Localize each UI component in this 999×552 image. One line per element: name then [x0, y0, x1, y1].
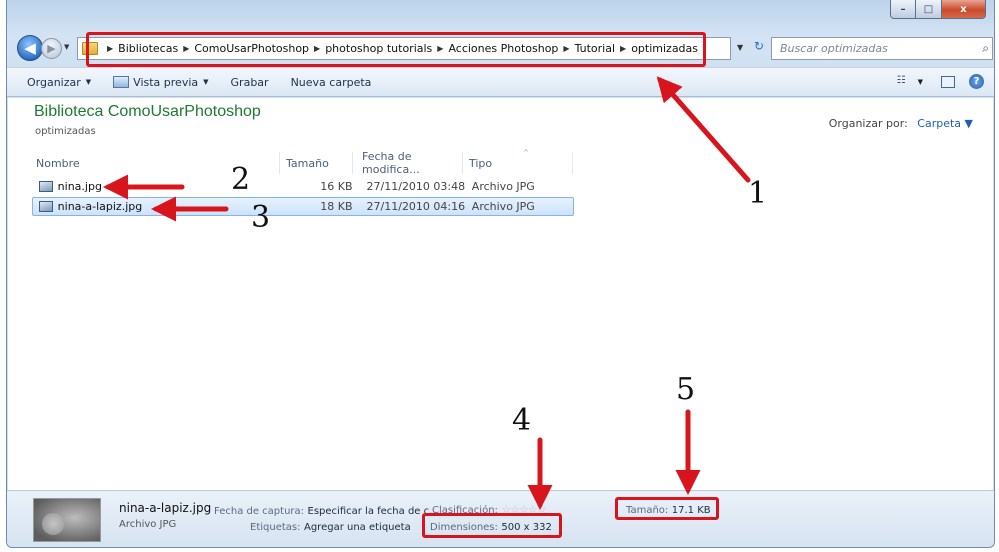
capture-date-label: Fecha de captura: — [214, 506, 305, 517]
burn-label: Grabar — [230, 75, 269, 89]
size-highlight-box — [615, 497, 719, 520]
file-date: 27/11/2010 04:16 ... — [366, 200, 466, 213]
title-bar: – □ x — [7, 0, 994, 30]
chevron-down-icon: ▼ — [203, 78, 209, 86]
views-dropdown-icon[interactable]: ▼ — [918, 78, 923, 86]
dimensions-highlight-box — [422, 513, 562, 538]
column-header-size[interactable]: Tamaño — [280, 152, 353, 174]
organize-label: Organizar — [27, 75, 81, 89]
file-size: 18 KB — [320, 200, 353, 213]
new-folder-label: Nueva carpeta — [290, 75, 372, 89]
minimize-button[interactable]: – — [890, 0, 916, 19]
tags-label: Etiquetas: — [250, 522, 301, 533]
tags-value: Agregar una etiqueta — [303, 522, 411, 533]
file-list-pane: Biblioteca ComoUsarPhotoshop optimizadas… — [8, 98, 993, 490]
image-file-icon — [39, 181, 53, 192]
details-file-name: nina-a-lapiz.jpg — [119, 501, 212, 515]
refresh-icon[interactable]: ↻ — [750, 39, 768, 57]
preview-pane-icon[interactable] — [941, 75, 955, 88]
annotation-number-5: 5 — [676, 372, 696, 407]
library-title: Biblioteca ComoUsarPhotoshop — [34, 103, 261, 120]
column-header-type-label: Tipo — [469, 156, 493, 170]
sort-caret-icon: ^ — [523, 149, 529, 157]
search-icon[interactable]: ⌕ — [982, 41, 989, 56]
chevron-down-icon: ▼ — [85, 78, 92, 86]
file-type: Archivo JPG — [471, 200, 535, 213]
new-folder-button[interactable]: Nueva carpeta — [291, 76, 372, 89]
explorer-window: – □ x ◀ ▶ ▼ ▶ Bibliotecas ▶ ComoUsarPhot… — [6, 0, 995, 548]
details-file-type: Archivo JPG — [119, 519, 177, 530]
file-name: nina.jpg — [57, 180, 102, 193]
file-date: 27/11/2010 03:48 ... — [366, 180, 466, 193]
caption-buttons: – □ x — [890, 0, 986, 19]
arrange-by: Organizar por: Carpeta ▼ — [829, 117, 973, 130]
maximize-button[interactable]: □ — [916, 0, 942, 19]
address-dropdown[interactable]: ▼ — [737, 43, 743, 52]
back-button[interactable]: ◀ — [17, 35, 43, 61]
file-row[interactable]: nina-a-lapiz.jpg 18 KB 27/11/2010 04:16 … — [32, 197, 574, 216]
capture-date-value: Especificar la fecha de c... — [307, 506, 439, 517]
forward-button[interactable]: ▶ — [41, 38, 62, 59]
column-headers: Nombre Tamaño Fecha de modifica... Tipo … — [32, 149, 592, 176]
file-row[interactable]: nina.jpg 16 KB 27/11/2010 03:48 ... Arch… — [32, 177, 574, 196]
help-icon[interactable]: ? — [969, 74, 984, 89]
preview-icon — [113, 76, 130, 88]
arrange-by-label: Organizar por: — [828, 117, 908, 130]
annotation-number-2: 2 — [231, 162, 251, 197]
organize-button[interactable]: Organizar ▼ — [27, 76, 91, 89]
command-bar: Organizar ▼ Vista previa ▼ Grabar Nueva … — [7, 67, 994, 97]
views-icon[interactable]: ☷ — [897, 75, 913, 89]
address-highlight-box — [86, 32, 706, 67]
annotation-number-3: 3 — [251, 200, 271, 235]
recent-pages-dropdown[interactable]: ▼ — [64, 43, 69, 51]
toolbar-right: ☷ ▼ ? — [897, 74, 984, 89]
annotation-number-4: 4 — [512, 403, 532, 438]
image-file-icon — [39, 201, 53, 212]
column-header-type[interactable]: Tipo ^ — [463, 149, 573, 174]
preview-label: Vista previa — [133, 75, 199, 89]
search-box[interactable]: ⌕ — [771, 37, 993, 60]
image-thumbnail — [33, 498, 101, 542]
column-header-date[interactable]: Fecha de modifica... — [353, 150, 463, 176]
capture-date-field[interactable]: Fecha de captura: Especificar la fecha d… — [214, 504, 439, 517]
arrange-by-dropdown[interactable]: Carpeta ▼ — [917, 117, 973, 130]
preview-button[interactable]: Vista previa ▼ — [113, 75, 209, 89]
burn-button[interactable]: Grabar — [231, 76, 269, 89]
library-subtitle: optimizadas — [35, 126, 96, 137]
search-input[interactable] — [780, 42, 960, 55]
file-type: Archivo JPG — [471, 180, 535, 193]
close-button[interactable]: x — [942, 0, 986, 19]
file-size: 16 KB — [320, 180, 353, 193]
annotation-number-1: 1 — [748, 176, 768, 211]
tags-field[interactable]: Etiquetas: Agregar una etiqueta — [250, 520, 411, 533]
